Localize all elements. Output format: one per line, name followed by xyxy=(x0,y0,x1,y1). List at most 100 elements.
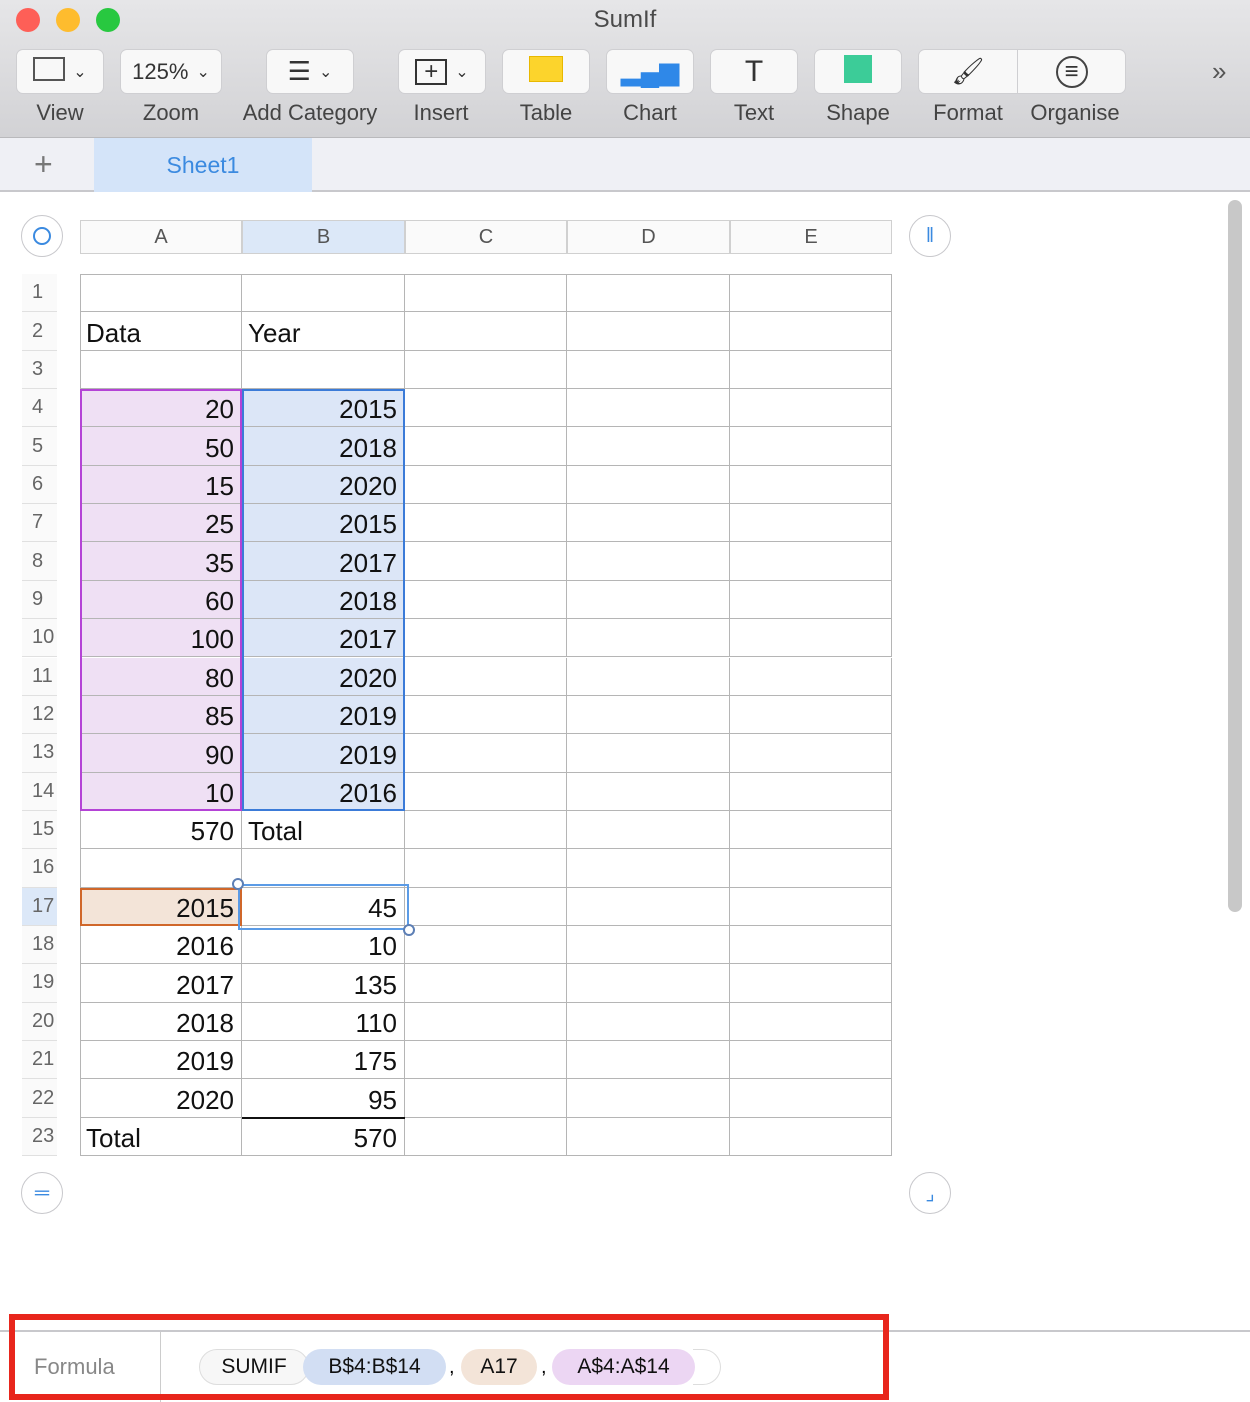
cell-C21[interactable] xyxy=(405,1041,567,1080)
selection-handle[interactable] xyxy=(232,877,244,890)
cell-B18[interactable]: 10 xyxy=(242,925,405,965)
cell-D12[interactable] xyxy=(567,695,730,735)
toolbar-overflow-button[interactable]: » xyxy=(1212,56,1226,87)
cell-D16[interactable] xyxy=(567,849,730,888)
cell-E6[interactable] xyxy=(730,465,892,505)
cell-C13[interactable] xyxy=(405,734,567,773)
row-header[interactable]: 12 xyxy=(22,695,57,735)
toolbar-add-category-button[interactable]: ☰ ⌄ xyxy=(266,49,354,94)
cell-C14[interactable] xyxy=(405,772,567,811)
cell-D21[interactable] xyxy=(567,1041,730,1080)
row-header[interactable]: 5 xyxy=(22,427,57,466)
cell-D11[interactable] xyxy=(567,657,730,696)
row-header[interactable]: 22 xyxy=(22,1079,57,1118)
toolbar-zoom-button[interactable]: 125% ⌄ xyxy=(120,49,222,94)
cell-B2[interactable]: Year xyxy=(242,312,405,351)
vertical-scrollbar[interactable] xyxy=(1228,200,1242,912)
row-header[interactable]: 23 xyxy=(22,1117,57,1157)
cell-D8[interactable] xyxy=(567,542,730,581)
cell-D18[interactable] xyxy=(567,925,730,965)
cell-B16[interactable] xyxy=(242,849,405,888)
cell-B19[interactable]: 135 xyxy=(242,964,405,1003)
cell-A20[interactable]: 2018 xyxy=(80,1002,242,1041)
row-header[interactable]: 7 xyxy=(22,504,57,543)
select-table-button[interactable] xyxy=(21,215,63,257)
cell-E4[interactable] xyxy=(730,389,892,428)
cell-E3[interactable] xyxy=(730,350,892,390)
cell-A2[interactable]: Data xyxy=(80,312,242,351)
add-sheet-button[interactable]: + xyxy=(34,146,53,183)
cell-E1[interactable] xyxy=(730,274,892,313)
cell-E20[interactable] xyxy=(730,1002,892,1041)
cell-C1[interactable] xyxy=(405,274,567,313)
cell-B20[interactable]: 110 xyxy=(242,1002,405,1041)
cell-D23[interactable] xyxy=(567,1117,730,1157)
cell-D10[interactable] xyxy=(567,619,730,658)
cell-C12[interactable] xyxy=(405,695,567,735)
cell-D17[interactable] xyxy=(567,887,730,926)
cell-B15[interactable]: Total xyxy=(242,810,405,850)
cell-E18[interactable] xyxy=(730,925,892,965)
cell-D15[interactable] xyxy=(567,810,730,850)
cell-B21[interactable]: 175 xyxy=(242,1041,405,1080)
cell-C18[interactable] xyxy=(405,925,567,965)
toolbar-shape-button[interactable] xyxy=(814,49,902,94)
cell-A3[interactable] xyxy=(80,350,242,390)
cell-A23[interactable]: Total xyxy=(80,1117,242,1157)
row-header[interactable]: 13 xyxy=(22,734,57,773)
cell-C4[interactable] xyxy=(405,389,567,428)
cell-A15[interactable]: 570 xyxy=(80,810,242,850)
row-header[interactable]: 1 xyxy=(22,274,57,313)
cell-D22[interactable] xyxy=(567,1079,730,1118)
cell-C19[interactable] xyxy=(405,964,567,1003)
toolbar-chart-button[interactable]: ▂▄▆ xyxy=(606,49,694,94)
cell-E15[interactable] xyxy=(730,810,892,850)
row-header[interactable]: 18 xyxy=(22,925,57,965)
cell-D9[interactable] xyxy=(567,580,730,620)
cell-E21[interactable] xyxy=(730,1041,892,1080)
cell-C2[interactable] xyxy=(405,312,567,351)
cell-E19[interactable] xyxy=(730,964,892,1003)
cell-E14[interactable] xyxy=(730,772,892,811)
row-header[interactable]: 14 xyxy=(22,772,57,811)
column-header-a[interactable]: A xyxy=(80,220,242,254)
resize-table-handle[interactable]: ⌟ xyxy=(909,1172,951,1214)
cell-C9[interactable] xyxy=(405,580,567,620)
cell-E22[interactable] xyxy=(730,1079,892,1118)
cell-D19[interactable] xyxy=(567,964,730,1003)
row-header[interactable]: 2 xyxy=(22,312,57,351)
row-header[interactable]: 8 xyxy=(22,542,57,581)
cell-E10[interactable] xyxy=(730,619,892,658)
cell-C10[interactable] xyxy=(405,619,567,658)
tab-sheet1[interactable]: Sheet1 xyxy=(94,138,312,192)
cell-C23[interactable] xyxy=(405,1117,567,1157)
cell-D20[interactable] xyxy=(567,1002,730,1041)
row-header[interactable]: 20 xyxy=(22,1002,57,1041)
cell-D7[interactable] xyxy=(567,504,730,543)
cell-C5[interactable] xyxy=(405,427,567,466)
cell-A21[interactable]: 2019 xyxy=(80,1041,242,1080)
cell-C22[interactable] xyxy=(405,1079,567,1118)
toolbar-table-button[interactable] xyxy=(502,49,590,94)
row-header[interactable]: 4 xyxy=(22,389,57,428)
cell-A1[interactable] xyxy=(80,274,242,313)
cell-E17[interactable] xyxy=(730,887,892,926)
toolbar-organise-button[interactable]: ≡ xyxy=(1018,49,1126,94)
cell-D6[interactable] xyxy=(567,465,730,505)
cell-C16[interactable] xyxy=(405,849,567,888)
cell-A19[interactable]: 2017 xyxy=(80,964,242,1003)
row-header[interactable]: 19 xyxy=(22,964,57,1003)
cell-C17[interactable] xyxy=(405,887,567,926)
cell-A22[interactable]: 2020 xyxy=(80,1079,242,1118)
cell-C6[interactable] xyxy=(405,465,567,505)
cell-E11[interactable] xyxy=(730,657,892,696)
row-header[interactable]: 21 xyxy=(22,1041,57,1080)
cell-C15[interactable] xyxy=(405,810,567,850)
cell-B3[interactable] xyxy=(242,350,405,390)
cell-D3[interactable] xyxy=(567,350,730,390)
row-header[interactable]: 11 xyxy=(22,657,57,696)
row-header[interactable]: 6 xyxy=(22,465,57,505)
row-header[interactable]: 9 xyxy=(22,580,57,620)
cell-C8[interactable] xyxy=(405,542,567,581)
cell-A16[interactable] xyxy=(80,849,242,888)
